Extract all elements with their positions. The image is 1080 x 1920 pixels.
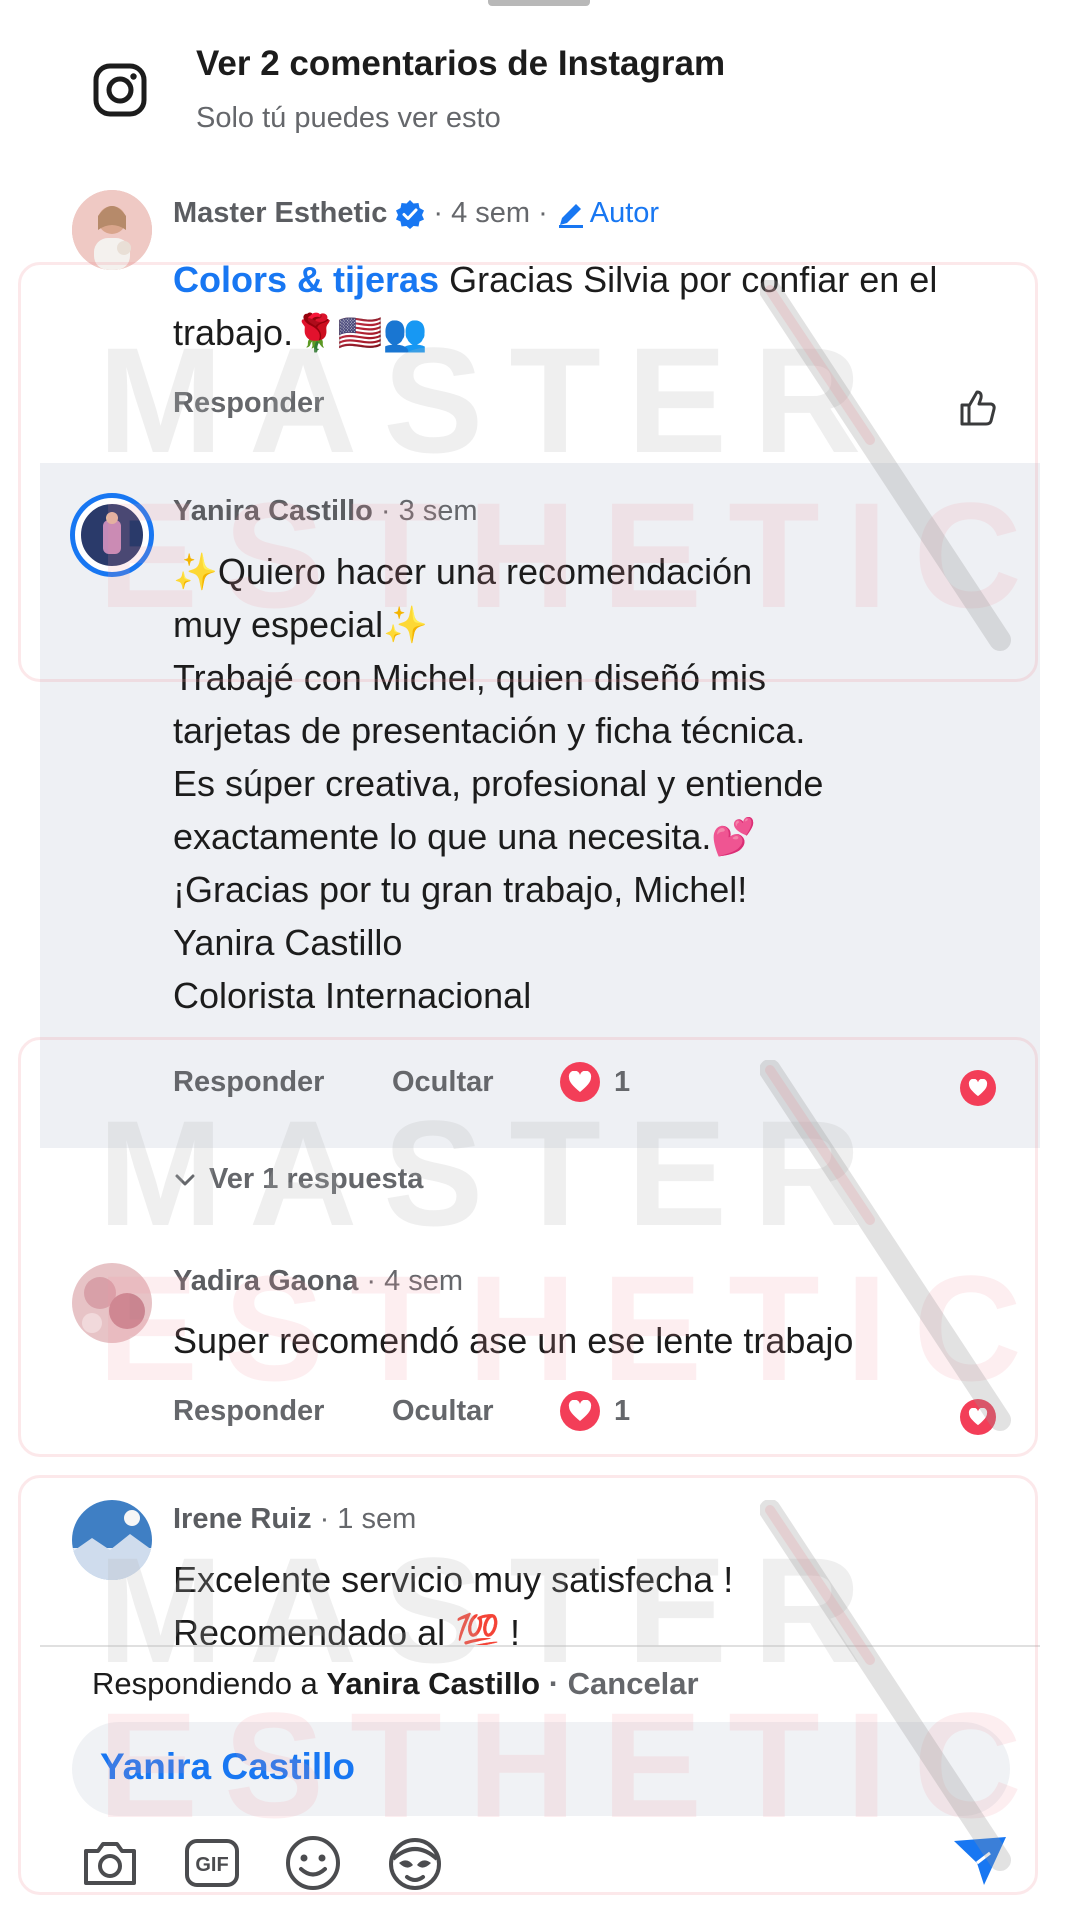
view-replies-button[interactable]: Ver 1 respuesta [173,1163,423,1196]
reaction-count: 1 [614,1065,631,1098]
comment-time: · 4 sem [366,1265,464,1297]
avatar[interactable] [72,190,152,270]
replying-to-bar: Respondiendo a Yanira Castillo · Cancela… [92,1666,699,1702]
comment-line: Es súper creativa, profesional y entiend… [173,763,824,804]
gif-icon[interactable]: GIF [182,1833,242,1893]
pencil-icon [556,199,586,229]
view-replies-label: Ver 1 respuesta [209,1163,424,1195]
comment-meta: Yanira Castillo · 3 sem [173,495,478,528]
love-react-icon[interactable] [960,1070,996,1106]
hide-button[interactable]: Ocultar [392,1066,494,1099]
comment-author[interactable]: Master Esthetic [173,197,387,230]
chevron-down-icon [173,1168,197,1192]
comment-time: · 4 sem · [433,197,548,229]
instagram-comments-title[interactable]: Ver 2 comentarios de Instagram [196,44,725,84]
comment-meta: Master Esthetic · 4 sem · Autor [173,197,659,230]
reply-button[interactable]: Responder [173,1066,324,1099]
avatar[interactable] [72,1263,152,1343]
love-react-icon[interactable] [960,1399,996,1435]
comment-author[interactable]: Irene Ruiz [173,1503,312,1536]
comment-line: exactamente lo que una necesita.💕 [173,816,757,857]
camera-icon[interactable] [80,1833,140,1893]
comment-meta: Irene Ruiz · 1 sem [173,1503,416,1536]
comment-line: ✨Quiero hacer una recomendación [173,551,753,592]
comment-line: tarjetas de presentación y ficha técnica… [173,710,806,751]
replying-prefix: Respondiendo a [92,1666,318,1701]
comment-body: ✨Quiero hacer una recomendación muy espe… [173,545,1033,1022]
heart-icon [560,1062,600,1102]
heart-icon [560,1391,600,1431]
comment-line: Excelente servicio muy satisfecha ! [173,1559,734,1600]
separator: · [548,1666,560,1701]
comment-time: · 1 sem [319,1503,417,1535]
reaction-summary[interactable]: 1 [560,1062,630,1102]
comment-line: Trabajé con Michel, quien diseñó mis [173,657,766,698]
instagram-comments-subtitle: Solo tú puedes ver esto [196,102,501,134]
reaction-count: 1 [614,1394,631,1427]
mention-link[interactable]: Colors & tijeras [173,259,439,300]
reply-button[interactable]: Responder [173,1395,324,1428]
comment-author[interactable]: Yanira Castillo [173,495,373,528]
emoji-icon[interactable] [283,1833,343,1893]
reply-button[interactable]: Responder [173,387,324,420]
avatar[interactable] [70,493,154,577]
cancel-reply-button[interactable]: Cancelar [568,1666,699,1701]
comment-text: Super recomendó ase un ese lente trabajo [173,1320,854,1361]
hide-button[interactable]: Ocultar [392,1395,494,1428]
like-icon[interactable] [958,388,998,428]
comment-line: Yanira Castillo [173,922,403,963]
avatar-sticker-icon[interactable] [385,1833,445,1893]
comment-line: ¡Gracias por tu gran trabajo, Michel! [173,869,748,910]
avatar[interactable] [72,1500,152,1580]
comment-line: Colorista Internacional [173,975,532,1016]
replying-to-name: Yanira Castillo [326,1666,541,1701]
comment-body: Colors & tijeras Gracias Silvia por conf… [173,253,1013,359]
divider [40,1645,1040,1647]
comment-time: · 3 sem [380,495,478,527]
svg-text:GIF: GIF [195,1854,228,1876]
verified-badge-icon [395,199,425,229]
instagram-icon [92,62,148,118]
comment-body: Excelente servicio muy satisfecha ! Reco… [173,1553,1033,1645]
comment-line: muy especial✨ [173,604,428,645]
comment-meta: Yadira Gaona · 4 sem [173,1265,463,1298]
send-icon[interactable] [950,1833,1010,1893]
author-badge: Autor [589,197,660,229]
reaction-summary[interactable]: 1 [560,1391,630,1431]
sheet-grabber[interactable] [488,0,590,6]
comment-input-value[interactable]: Yanira Castillo [100,1746,355,1788]
comment-author[interactable]: Yadira Gaona [173,1265,358,1298]
comment-line: Recomendado al 💯 ! [173,1612,521,1645]
